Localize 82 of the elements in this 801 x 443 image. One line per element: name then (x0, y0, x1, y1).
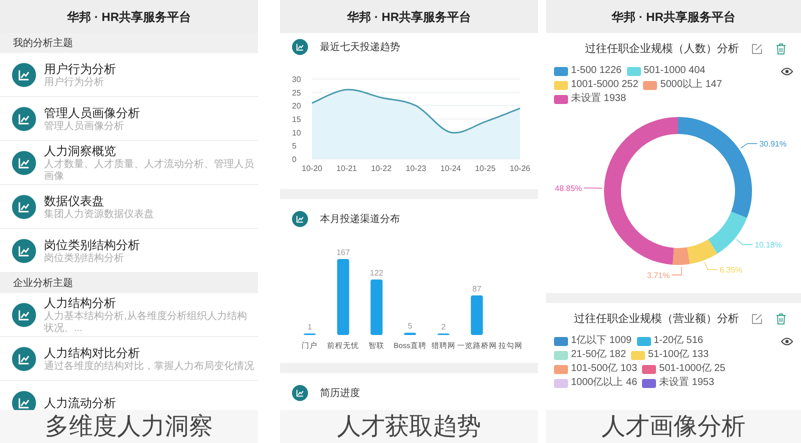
legend-label: 21-50亿 182 (571, 349, 626, 361)
axis-tick-label: 10-22 (371, 164, 392, 173)
topic-item[interactable]: 人力结构分析 人力基本结构分析,从各维度分析组织人力结构状况、... (0, 293, 258, 337)
axis-tick-label: 10 (292, 128, 301, 138)
chart-icon (12, 194, 36, 218)
app-header: 华邦 · HR共享服务平台 (0, 0, 258, 33)
axis-tick-label: 10-23 (406, 164, 426, 173)
legend-label: 未设置 1938 (571, 93, 626, 105)
caption-banner: 人才画像分析 (546, 410, 801, 443)
bar (370, 279, 383, 335)
chart-icon (12, 390, 36, 410)
section-title: 本月投递渠道分布 (320, 212, 400, 226)
axis-tick-label: 10-24 (440, 164, 461, 173)
data-label: 122 (370, 268, 384, 278)
bar (470, 295, 483, 335)
chart-icon (12, 238, 36, 262)
legend-label: 5000以上 147 (660, 79, 722, 91)
chart-icon (12, 106, 36, 130)
chart-icon (292, 39, 308, 55)
percent-label: 48.85% (554, 184, 582, 193)
axis-tick-label: 30 (292, 75, 301, 84)
axis-tick-label: 10-20 (302, 164, 322, 173)
leader-line (736, 239, 754, 245)
section-header: 企业分析主题 (0, 273, 258, 293)
leader-line (704, 262, 718, 270)
legend-label: 1001-5000 252 (571, 79, 638, 91)
data-label: 2 (441, 322, 446, 332)
caption-banner: 多维度人力洞察 (0, 410, 258, 443)
leader-line (584, 188, 602, 189)
legend-label: 501-1000 404 (644, 65, 706, 77)
percent-label: 10.18% (754, 240, 782, 250)
edit-icon (751, 43, 763, 55)
axis-tick-label: 10-21 (336, 164, 357, 173)
chart-icon (12, 62, 36, 86)
data-label: 5 (408, 322, 412, 331)
data-label: 167 (336, 248, 350, 257)
section-title: 最近七天投递趋势 (320, 40, 400, 54)
caption-banner: 人才获取趋势 (280, 410, 538, 443)
app-header: 华邦 · HR共享服务平台 (546, 0, 801, 33)
topic-item[interactable]: 人力结构对比分析 通过各维度的结构对比，掌握人力布局变化情况 (0, 337, 258, 381)
chart-icon (12, 302, 36, 326)
card-title: 过往任职企业规模（营业额）分析 (574, 312, 739, 327)
trash-icon (775, 43, 787, 55)
leader-line (671, 266, 682, 276)
card-title: 过往任职企业规模（人数）分析 (585, 42, 739, 57)
section-header: 我的分析主题 (0, 33, 258, 53)
leader-line (740, 143, 758, 148)
topic-item[interactable]: 管理人员画像分析 管理人员画像分析 (0, 97, 258, 141)
axis-tick-label: 5 (292, 142, 296, 151)
axis-tick-label: 10-25 (475, 164, 496, 173)
legend-label: 501-1000亿 25 (659, 363, 726, 375)
legend-label: 51-100亿 133 (648, 349, 709, 361)
eye-icon (781, 337, 793, 346)
legend-label: 101-500亿 103 (571, 363, 638, 375)
data-label: 1 (308, 322, 312, 332)
pie-chart-icon (292, 211, 308, 227)
topic-item[interactable]: 数据仪表盘 集团人力资源数据仪表盘 (0, 185, 258, 229)
chart-icon (12, 150, 36, 174)
axis-tick-label: 0 (292, 155, 296, 164)
edit-icon (751, 313, 763, 325)
chart-icon (12, 346, 36, 370)
legend-label: 1亿以下 1009 (571, 335, 632, 347)
legend-label: 1-500 1226 (571, 65, 622, 77)
bar (404, 332, 416, 335)
section-title: 简历进度 (320, 386, 360, 400)
chart-icon (292, 385, 308, 401)
axis-tick-label: 10-26 (510, 164, 530, 173)
axis-tick-label: 20 (292, 102, 301, 111)
topic-item[interactable]: 用户行为分析 用户行为分析 (0, 53, 258, 97)
trash-icon (775, 313, 787, 325)
percent-label: 30.91% (759, 140, 786, 149)
eye-icon (781, 67, 793, 76)
legend-label: 1000亿以上 46 (571, 377, 638, 389)
legend-label: 1-20亿 516 (654, 335, 704, 347)
legend-label: 未设置 1953 (659, 377, 714, 389)
axis-tick-label: 15 (292, 115, 301, 124)
percent-label: 6.35% (720, 266, 742, 275)
topic-item[interactable]: 人力洞察概览 人才数量、人才质量、人才流动分析、管理人员画像 (0, 141, 258, 185)
axis-tick-label: 25 (292, 88, 301, 98)
percent-label: 3.71% (647, 270, 670, 280)
data-label: 87 (472, 284, 482, 294)
app-header: 华邦 · HR共享服务平台 (280, 0, 538, 33)
